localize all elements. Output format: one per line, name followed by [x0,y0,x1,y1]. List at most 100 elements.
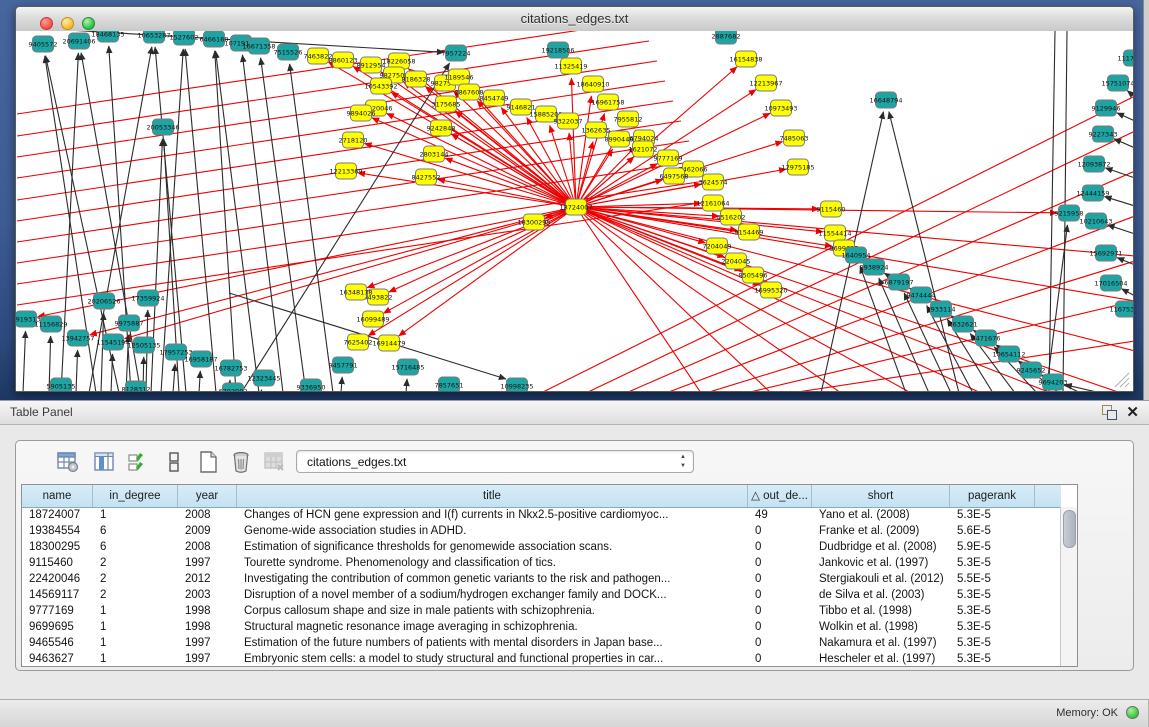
graph-node-selected[interactable]: 7204049 [703,238,732,254]
red-edge[interactable] [576,207,1133,351]
black-edge[interactable] [173,364,175,391]
graph-node-selected[interactable]: 16914479 [372,335,405,351]
graph-node[interactable]: 15716485 [391,359,424,375]
graph-node-selected[interactable]: 9777169 [654,150,683,166]
table-cell[interactable]: 2009 [178,523,237,539]
graph-node[interactable]: 12505135 [127,337,160,353]
network-window-titlebar[interactable]: citations_edges.txt [16,7,1133,32]
close-panel-icon[interactable]: ✕ [1126,403,1139,421]
table-cell[interactable]: 0 [748,587,812,603]
table-cell[interactable]: Estimation of the future numbers of pati… [237,635,748,651]
graph-node-selected[interactable]: 9115460 [817,201,846,217]
graph-node[interactable]: 11545194 [96,334,129,350]
window-resize-grip-icon[interactable] [1109,367,1131,389]
graph-node[interactable]: 15692971 [1089,245,1122,261]
graph-node[interactable]: 8128312 [122,381,151,391]
table-cell[interactable]: 0 [748,651,812,666]
column-header-title[interactable]: title [237,485,748,507]
black-edge[interactable] [76,350,78,391]
graph-node[interactable]: 7515526 [274,44,303,60]
table-cell[interactable]: 1 [93,507,178,523]
table-row[interactable]: 1830029562008Estimation of significance … [22,539,1061,555]
graph-node[interactable]: 9457791 [329,357,358,373]
graph-node[interactable]: 9129946 [1092,100,1121,116]
table-cell[interactable]: 1998 [178,619,237,635]
table-row[interactable]: 1872400712008Changes of HCN gene express… [22,507,1061,523]
graph-node[interactable]: 16648794 [869,92,902,108]
table-cell[interactable]: 2 [93,555,178,571]
graph-node-selected[interactable]: 12213369 [329,163,362,179]
graph-node[interactable]: 6879197 [885,274,914,290]
table-row[interactable]: 946362711997Embryonic stem cells: a mode… [22,651,1061,666]
table-cell[interactable]: 2 [93,571,178,587]
black-edge[interactable] [1117,113,1133,121]
table-cell[interactable]: 18724007 [22,507,93,523]
table-cell[interactable]: 9777169 [22,603,93,619]
graph-node[interactable]: 13942757 [61,330,94,346]
graph-node-selected[interactable]: 7625402 [344,334,373,350]
table-cell[interactable]: Nakamura et al. (1997) [812,635,950,651]
graph-node[interactable]: 19218506 [541,42,574,58]
table-cell[interactable]: 1997 [178,555,237,571]
table-cell[interactable]: 2008 [178,507,237,523]
black-edge[interactable] [341,377,342,391]
column-header-pagerank[interactable]: pagerank [950,485,1035,507]
table-cell[interactable]: Embryonic stem cells: a model to study s… [237,651,748,666]
table-cell[interactable]: 49 [748,507,812,523]
black-edge[interactable] [185,49,216,391]
table-cell[interactable]: Estimation of significance thresholds fo… [237,539,748,555]
table-cell[interactable]: 5.3E-5 [950,651,1035,666]
table-cell[interactable]: 2 [93,587,178,603]
graph-node[interactable]: 12093872 [1077,156,1110,172]
table-cell[interactable]: 5.9E-5 [950,539,1035,555]
table-cell[interactable]: Tibbo et al. (1998) [812,603,950,619]
graph-node[interactable]: 12323445 [247,370,280,386]
graph-node-selected[interactable]: 9894026 [347,105,376,121]
table-cell[interactable]: 2003 [178,587,237,603]
table-cell[interactable]: 0 [748,619,812,635]
graph-node-selected[interactable]: 4516202 [717,209,746,225]
table-cell[interactable]: Structural magnetic resonance image aver… [237,619,748,635]
float-panel-icon[interactable] [1102,405,1117,420]
table-cell[interactable]: 0 [748,555,812,571]
table-cell[interactable]: 5.3E-5 [950,603,1035,619]
table-cell[interactable]: 5.6E-5 [950,523,1035,539]
graph-node-selected[interactable]: 8860123 [329,52,358,68]
table-settings-icon[interactable] [56,450,80,474]
black-edge[interactable] [406,379,407,391]
red-edge[interactable] [576,96,591,207]
table-cell[interactable]: 1997 [178,635,237,651]
table-cell[interactable]: Wolkin et al. (1998) [812,619,950,635]
table-cell[interactable]: 6 [93,539,178,555]
table-cell[interactable]: Genome-wide association studies in ADHD. [237,523,748,539]
black-edge[interactable] [1105,168,1133,178]
graph-node-selected[interactable]: 9322037 [554,113,583,129]
table-cell[interactable]: 1 [93,603,178,619]
column-header-name[interactable]: name [22,485,93,507]
table-cell[interactable]: 2008 [178,539,237,555]
table-row[interactable]: 911546021997Tourette syndrome. Phenomeno… [22,555,1061,571]
graph-node[interactable]: 15751074 [1101,75,1133,91]
table-row[interactable]: 946554611997Estimation of the future num… [22,635,1061,651]
table-cell[interactable]: Dudbridge et al. (2008) [812,539,950,555]
graph-node[interactable]: 8471676 [972,330,1001,346]
table-cell[interactable]: 0 [748,635,812,651]
table-cell[interactable]: 1 [93,651,178,666]
table-cell[interactable]: 5.3E-5 [950,635,1035,651]
table-cell[interactable]: 14569117 [22,587,93,603]
graph-node-selected[interactable]: 11325419 [554,58,587,74]
table-row[interactable]: 977716911998Corpus callosum shape and si… [22,603,1061,619]
graph-node[interactable]: 17016504 [1094,275,1127,291]
graph-node[interactable]: 9336950 [297,379,326,391]
graph-node[interactable]: 17359924 [131,290,164,306]
table-cell[interactable]: 5.3E-5 [950,555,1035,571]
graph-node[interactable]: 20053346 [146,119,179,135]
column-header-year[interactable]: year [178,485,237,507]
table-cell[interactable]: de Silva et al. (2003) [812,587,950,603]
column-header-out_de[interactable]: △ out_de... [748,485,812,507]
red-edge[interactable] [125,207,576,339]
graph-node[interactable]: 9405572 [29,36,58,52]
table-cell[interactable]: 22420046 [22,571,93,587]
black-edge[interactable] [155,47,186,391]
table-cell[interactable]: 0 [748,571,812,587]
